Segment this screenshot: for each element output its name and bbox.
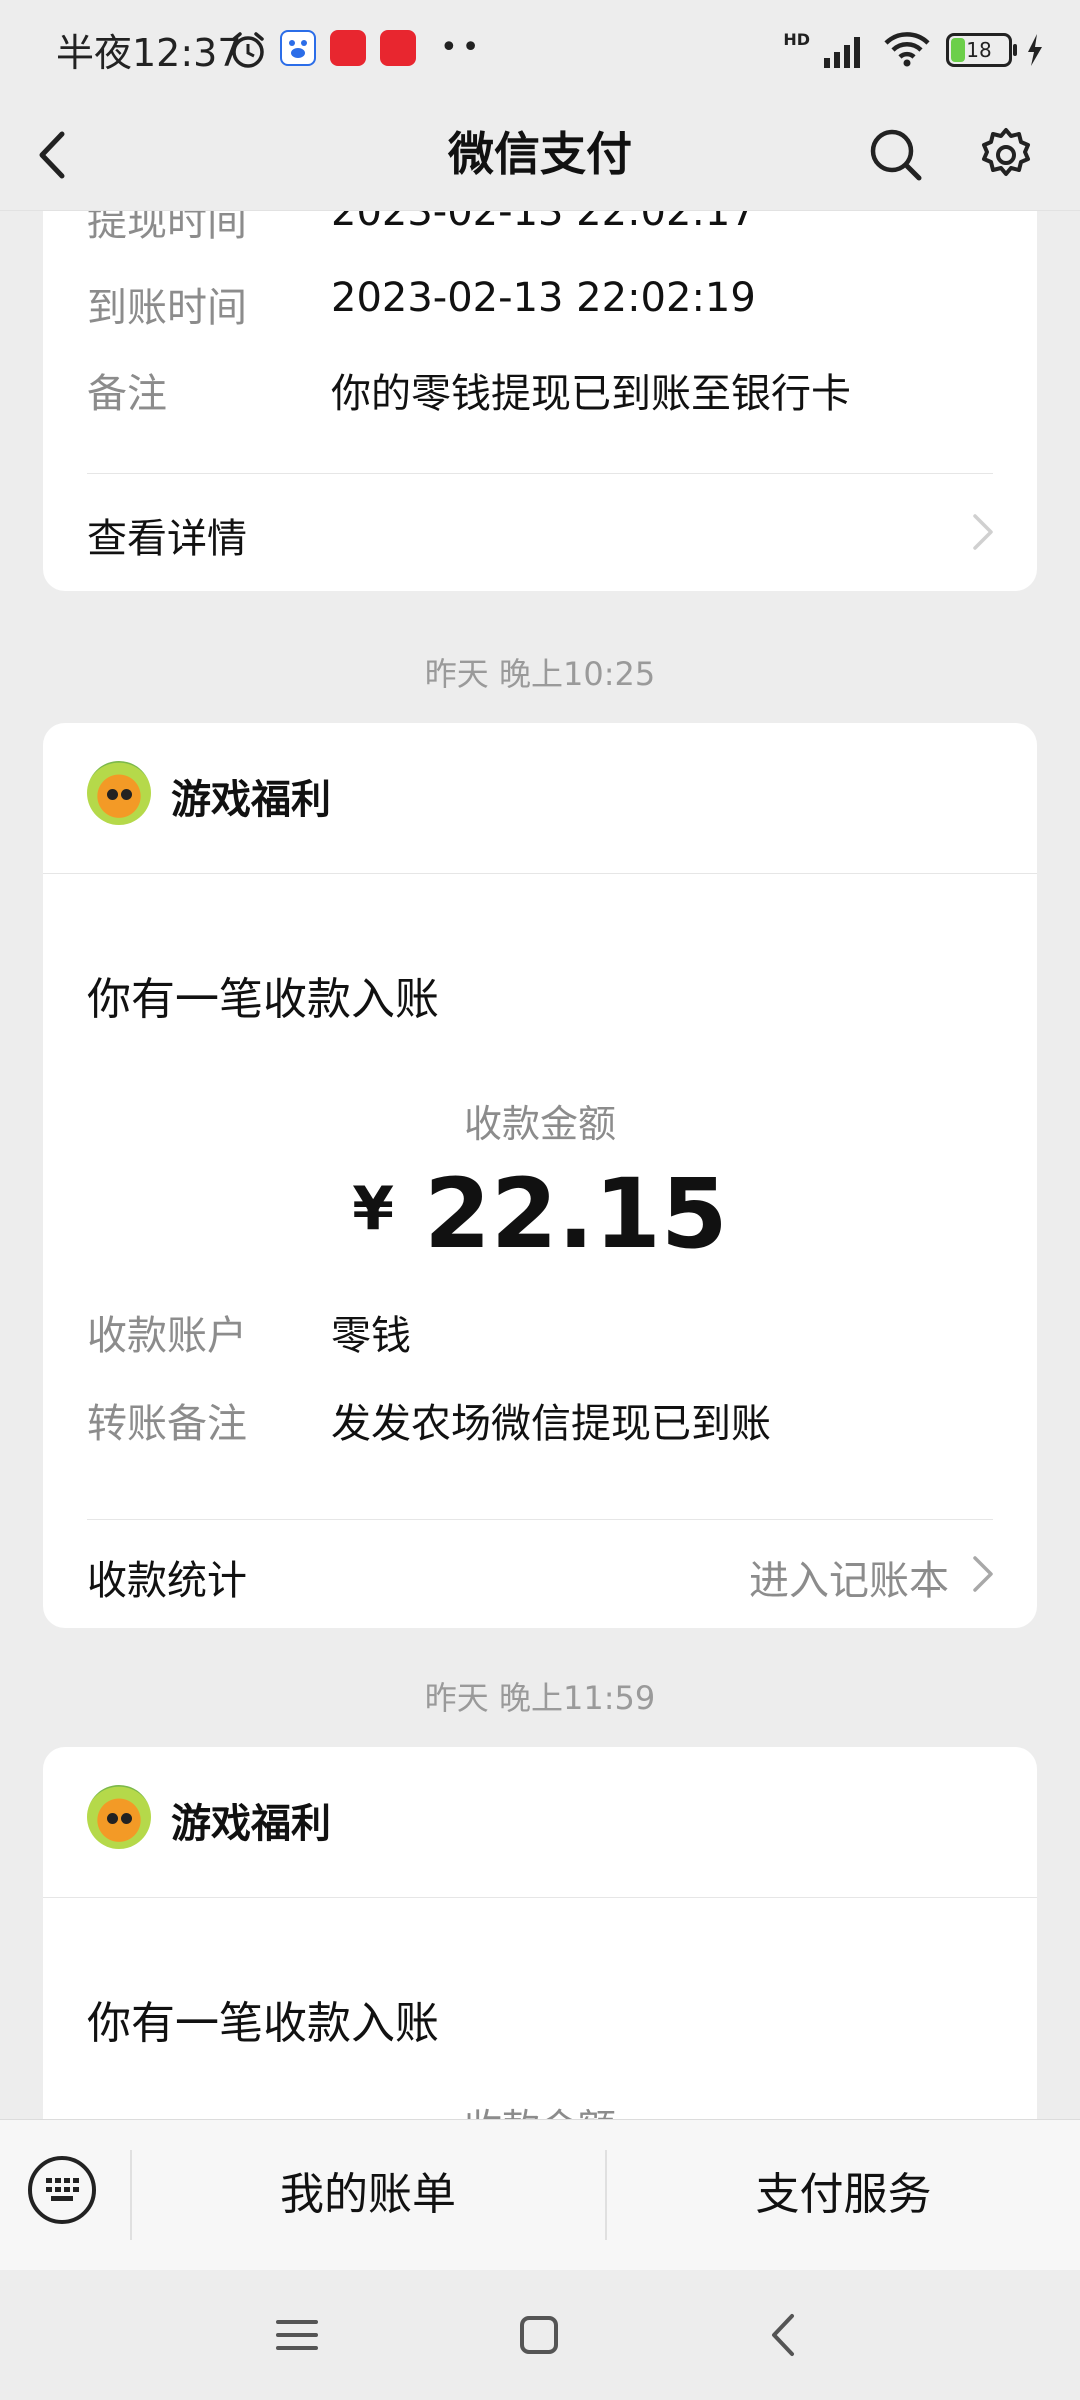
- settings-button[interactable]: [966, 115, 1046, 195]
- remark-label: 备注: [87, 371, 167, 417]
- charging-icon: [1028, 34, 1042, 66]
- transfer-note-value: 发发农场微信提现已到账: [331, 1401, 771, 1447]
- home-icon: [520, 2316, 558, 2354]
- sender-name: 游戏福利: [171, 1801, 331, 1847]
- my-bills-button[interactable]: 我的账单: [131, 2120, 605, 2270]
- home-button[interactable]: [514, 2310, 564, 2360]
- account-value: 零钱: [331, 1313, 411, 1359]
- signal-icon: [824, 37, 860, 68]
- wifi-icon: [884, 32, 930, 67]
- remark-value: 你的零钱提现已到账至银行卡: [331, 371, 851, 417]
- xiaohongshu-icon: [330, 30, 366, 66]
- receipt-stats-label: 收款统计: [87, 1558, 247, 1604]
- chevron-right-icon: [973, 1556, 993, 1592]
- message-feed[interactable]: 提现时间 2023-02-13 22:02:17 到账时间 2023-02-13…: [0, 211, 1080, 2119]
- menu-icon: [276, 2320, 318, 2350]
- more-notifications-icon: ••: [440, 30, 484, 65]
- search-icon: [870, 129, 922, 181]
- withdraw-time-value: 2023-02-13 22:02:17: [331, 211, 756, 235]
- back-icon: [772, 2314, 794, 2356]
- kandian-icon: [380, 30, 416, 66]
- baidu-icon: [280, 30, 316, 66]
- arrival-time-label: 到账时间: [87, 285, 247, 331]
- system-navigation-bar: [0, 2270, 1080, 2400]
- timestamp: 昨天 晚上11:59: [424, 1679, 656, 1717]
- sender-avatar: [87, 1785, 151, 1849]
- battery-icon: 18: [946, 33, 1017, 67]
- open-ledger-label: 进入记账本: [749, 1558, 949, 1604]
- withdraw-time-label: 提现时间: [87, 211, 247, 245]
- arrival-time-value: 2023-02-13 22:02:19: [331, 275, 756, 321]
- currency-symbol: ¥: [352, 1174, 395, 1244]
- status-time: 半夜12:37: [56, 31, 242, 75]
- battery-level: 18: [966, 38, 992, 62]
- payment-received-card[interactable]: 游戏福利 你有一笔收款入账 收款金额 ¥22.15 收款账户 零钱 转账备注 发…: [43, 723, 1037, 1628]
- transfer-note-label: 转账备注: [87, 1401, 247, 1447]
- bottom-menu-bar: 我的账单 支付服务: [0, 2119, 1080, 2270]
- chevron-right-icon: [973, 514, 993, 550]
- view-details-link[interactable]: 查看详情: [43, 474, 1037, 591]
- sender-avatar: [87, 761, 151, 825]
- payment-received-card[interactable]: 游戏福利 你有一笔收款入账 收款金额: [43, 1747, 1037, 2119]
- nav-back-button[interactable]: [760, 2310, 810, 2360]
- amount: ¥22.15: [43, 1158, 1037, 1270]
- menu-button[interactable]: [272, 2310, 322, 2360]
- keyboard-icon: [46, 2178, 79, 2201]
- search-button[interactable]: [856, 115, 936, 195]
- receipt-stats-link[interactable]: 收款统计 进入记账本: [43, 1520, 1037, 1628]
- header-divider: [43, 1897, 1037, 1898]
- payment-services-button[interactable]: 支付服务: [607, 2120, 1080, 2270]
- message-headline: 你有一笔收款入账: [87, 974, 439, 1025]
- system-status-icons: HD 18: [783, 30, 1044, 70]
- status-bar: 半夜12:37 •• HD 18: [0, 0, 1080, 100]
- message-headline: 你有一笔收款入账: [87, 1998, 439, 2049]
- alarm-icon: [228, 30, 268, 70]
- keyboard-toggle-button[interactable]: [28, 2156, 96, 2224]
- account-label: 收款账户: [87, 1313, 247, 1359]
- amount-label: 收款金额: [463, 1102, 616, 1146]
- timestamp: 昨天 晚上10:25: [424, 655, 656, 693]
- withdrawal-card: 提现时间 2023-02-13 22:02:17 到账时间 2023-02-13…: [43, 211, 1037, 591]
- hd-label: HD: [783, 30, 810, 49]
- gear-icon: [982, 128, 1030, 176]
- title-bar: 微信支付: [0, 100, 1080, 211]
- sender-name: 游戏福利: [171, 777, 331, 823]
- amount-value: 22.15: [424, 1158, 728, 1270]
- view-details-label: 查看详情: [87, 516, 247, 562]
- amount-label: 收款金额: [43, 2097, 1037, 2119]
- header-divider: [43, 873, 1037, 874]
